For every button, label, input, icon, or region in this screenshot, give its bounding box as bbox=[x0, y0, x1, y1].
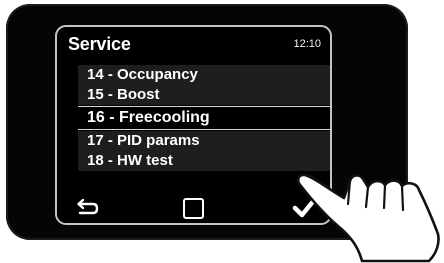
screen-title: Service bbox=[68, 34, 131, 54]
menu-item-label: 14 - Occupancy bbox=[87, 66, 198, 83]
pointing-hand-icon bbox=[296, 173, 440, 263]
navigation-bar bbox=[57, 193, 330, 223]
home-button[interactable] bbox=[183, 198, 204, 219]
screen-header: Service 12:10 bbox=[57, 27, 330, 61]
back-button[interactable] bbox=[74, 198, 100, 218]
menu-item-label: 18 - HW test bbox=[87, 152, 173, 169]
menu-item-freecooling[interactable]: 16 - Freecooling bbox=[78, 106, 330, 130]
menu-item-label: 17 - PID params bbox=[87, 132, 200, 149]
back-arrow-icon bbox=[77, 198, 99, 215]
menu-item-boost[interactable]: 15 - Boost bbox=[78, 85, 330, 105]
menu-item-label: 16 - Freecooling bbox=[87, 109, 210, 126]
illustration: Service 12:10 14 - Occupancy 15 - Boost … bbox=[0, 0, 444, 263]
menu-item-pid-params[interactable]: 17 - PID params bbox=[78, 131, 330, 151]
clock-time: 12:10 bbox=[293, 38, 321, 50]
menu-item-occupancy[interactable]: 14 - Occupancy bbox=[78, 65, 330, 85]
touch-screen: Service 12:10 14 - Occupancy 15 - Boost … bbox=[55, 25, 332, 225]
menu-item-label: 15 - Boost bbox=[87, 86, 160, 103]
